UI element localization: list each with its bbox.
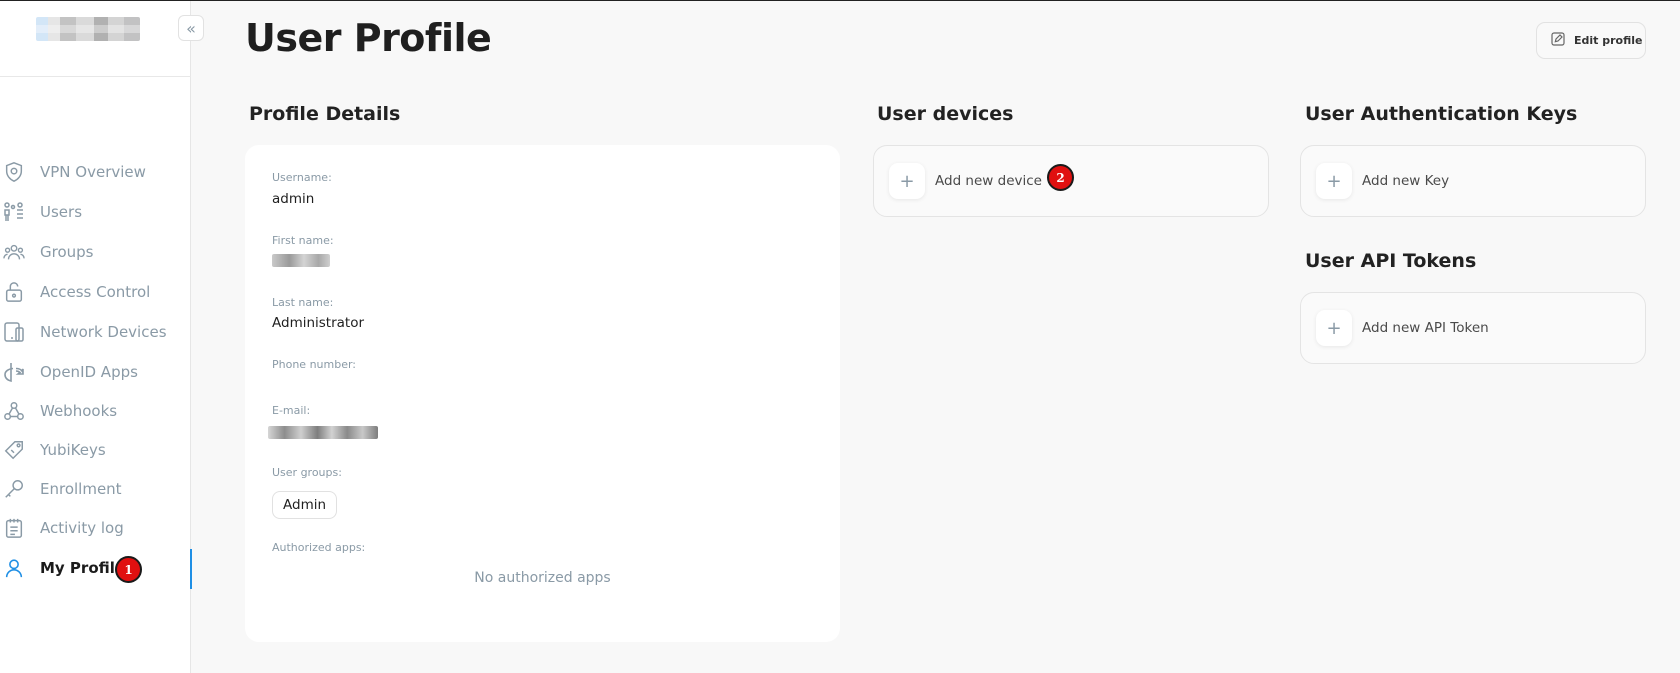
sidebar-item-enrollment[interactable]: Enrollment [0,471,191,507]
edit-profile-label: Edit profile [1574,34,1643,47]
openid-icon [2,360,26,384]
add-new-key-label: Add new Key [1362,173,1450,189]
email-label: E-mail: [272,404,311,417]
sidebar-item-users[interactable]: Users [0,194,191,230]
user-devices-title: User devices [877,103,1014,125]
plus-icon: + [889,163,925,199]
users-icon [2,200,26,224]
auth-keys-title: User Authentication Keys [1305,103,1578,125]
shield-icon [2,160,26,184]
edit-icon [1550,31,1566,50]
user-groups-label: User groups: [272,466,342,479]
sidebar-item-label: Access Control [40,283,151,301]
phone-label: Phone number: [272,358,357,371]
collapse-sidebar-button[interactable]: « [178,15,204,41]
add-new-key-button[interactable]: + Add new Key [1316,163,1449,199]
last-name-label: Last name: [272,296,334,309]
sidebar-item-webhooks[interactable]: Webhooks [0,393,191,429]
sidebar-item-label: Activity log [40,519,124,537]
add-new-api-token-button[interactable]: + Add new API Token [1316,310,1489,346]
activity-log-icon [2,516,26,540]
devices-icon [2,320,26,344]
profile-details-title: Profile Details [249,103,401,125]
logo-area [0,1,191,77]
add-new-api-token-label: Add new API Token [1362,320,1489,336]
user-icon [2,556,26,580]
groups-icon [2,240,26,264]
sidebar-item-activity-log[interactable]: Activity log [0,510,191,546]
add-new-device-button[interactable]: + Add new device [889,163,1042,199]
add-new-device-label: Add new device [935,173,1042,189]
lock-icon [2,280,26,304]
api-tokens-title: User API Tokens [1305,250,1477,272]
double-chevron-left-icon: « [186,18,196,38]
sidebar-item-access-control[interactable]: Access Control [0,274,191,310]
key-tag-icon [2,438,26,462]
sidebar-item-label: Webhooks [40,402,118,420]
sidebar-item-network-devices[interactable]: Network Devices [0,314,191,350]
sidebar-item-yubikeys[interactable]: YubiKeys [0,432,191,468]
webhook-icon [2,399,26,423]
last-name-value: Administrator [272,315,365,331]
sidebar-item-label: Users [40,203,83,221]
annotation-badge-2: 2 [1047,164,1074,191]
sidebar-item-vpn-overview[interactable]: VPN Overview [0,154,191,190]
sidebar-item-openid-apps[interactable]: OpenID Apps [0,354,191,390]
username-value: admin [272,191,315,207]
annotation-badge-1: 1 [115,556,142,583]
email-value-redacted [268,426,378,439]
sidebar-item-groups[interactable]: Groups [0,234,191,270]
edit-profile-button[interactable]: Edit profile [1536,22,1646,59]
first-name-label: First name: [272,234,334,247]
logo [36,17,140,41]
sidebar-item-my-profile[interactable]: My Profile [0,549,192,589]
no-authorized-apps-text: No authorized apps [474,570,611,586]
sidebar-item-label: YubiKeys [40,441,106,459]
sidebar-item-label: OpenID Apps [40,363,138,381]
group-tag: Admin [272,491,338,519]
sidebar-item-label: My Profile [40,559,126,577]
page-title: User Profile [245,16,492,60]
authorized-apps-label: Authorized apps: [272,541,366,554]
sidebar-item-label: Enrollment [40,480,122,498]
sidebar-item-label: Groups [40,243,94,261]
plus-icon: + [1316,163,1352,199]
plus-icon: + [1316,310,1352,346]
sidebar: VPN Overview Users Groups Access Control… [0,1,192,673]
sidebar-item-label: Network Devices [40,323,167,341]
first-name-value-redacted [272,254,330,267]
window-top-border [0,0,1680,1]
profile-details-card [245,145,840,642]
wrench-icon [2,477,26,501]
username-label: Username: [272,171,332,184]
sidebar-item-label: VPN Overview [40,163,146,181]
